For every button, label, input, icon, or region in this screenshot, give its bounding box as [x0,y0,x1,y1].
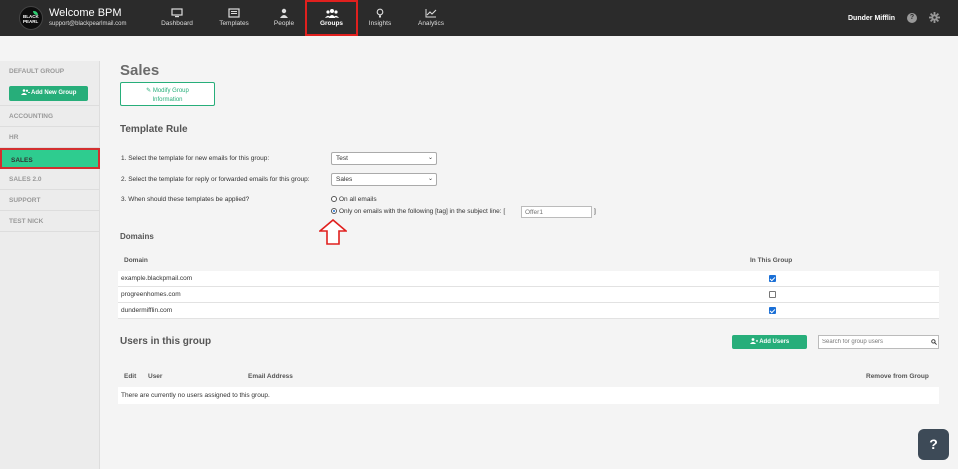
account-email: support@blackpearlmail.com [49,21,127,27]
sidebar-item-hr[interactable]: HR [0,127,100,148]
annotation-up-arrow-icon [319,219,347,245]
search-icon[interactable] [931,339,937,345]
domain-row: dundermifflin.com [118,303,939,319]
nav-label: Groups [319,20,344,27]
sidebar-item-sales[interactable]: SALES [0,148,100,169]
nav-insights[interactable]: Insights [364,0,396,36]
rule-question-new: 1. Select the template for new emails fo… [121,155,270,162]
radio-tag-emails-label: Only on emails with the following [tag] … [339,208,506,215]
person-icon [280,8,288,18]
in-group-checkbox[interactable] [769,307,776,314]
top-bar: BLACK PEARL Welcome BPM support@blackpea… [0,0,958,36]
logo-text: BLACK PEARL [23,14,39,24]
nav-label: People [273,20,295,27]
template-icon [228,8,240,18]
nav-analytics[interactable]: Analytics [413,0,449,36]
tag-close-bracket: ] [594,208,596,215]
users-heading: Users in this group [120,336,212,347]
nav-label: Insights [368,20,392,27]
radio-tag-emails[interactable] [331,208,337,214]
domain-row: example.blackpmail.com [118,271,939,287]
column-domain: Domain [124,257,148,264]
domain-name: progreenhomes.com [121,291,181,298]
subject-tag-input[interactable] [521,206,592,218]
select-value: Test [336,155,348,162]
nav-people[interactable]: People [268,0,300,36]
gear-icon[interactable] [929,12,940,23]
users-empty-message: There are currently no users assigned to… [118,387,939,404]
nav-templates[interactable]: Templates [214,0,254,36]
rule-question-apply: 3. When should these templates be applie… [121,196,250,203]
reply-email-template-select[interactable]: Sales ⌄ [331,173,437,186]
line-chart-icon [425,9,437,18]
welcome-text: Welcome BPM [49,7,122,19]
nav-dashboard[interactable]: Dashboard [156,0,198,36]
add-new-group-label: Add New Group [31,90,77,96]
chevron-down-icon: ⌄ [427,155,433,161]
select-value: Sales [336,176,353,183]
in-group-checkbox[interactable] [769,275,776,282]
new-email-template-select[interactable]: Test ⌄ [331,152,437,165]
add-user-icon [749,338,758,344]
page-title: Sales [120,62,160,79]
company-logo[interactable]: BLACK PEARL [19,6,43,30]
sidebar-item-sales-2[interactable]: SALES 2.0 [0,169,100,190]
add-users-icon [20,89,30,95]
sidebar-item-accounting[interactable]: ACCOUNTING [0,106,100,127]
column-email: Email Address [248,373,293,380]
add-users-button[interactable]: Add Users [732,335,807,349]
modify-group-label-2: Information [152,96,183,103]
column-remove: Remove from Group [866,373,929,380]
nav-groups[interactable]: Groups [305,0,358,36]
nav-label: Dashboard [161,20,193,27]
rule-question-reply: 2. Select the template for reply or forw… [121,176,310,183]
modify-group-button[interactable]: ✎ Modify Group Information [120,82,215,106]
domains-heading: Domains [120,232,154,241]
add-users-label: Add Users [759,339,790,345]
column-in-this-group: In This Group [750,257,793,264]
question-circle-icon[interactable]: ? [907,13,917,23]
monitor-icon [171,8,183,18]
group-sidebar: DEFAULT GROUP Add New Group ACCOUNTING H… [0,61,100,469]
column-user: User [148,373,163,380]
chevron-down-icon: ⌄ [427,176,433,182]
domain-name: example.blackpmail.com [121,275,193,282]
users-icon [324,9,339,18]
sidebar-item-test-nick[interactable]: TEST NICK [0,211,100,232]
modify-group-label: Modify Group [152,87,189,94]
template-rule-heading: Template Rule [120,124,188,135]
radio-all-emails[interactable] [331,196,337,202]
domain-row: progreenhomes.com [118,287,939,303]
sidebar-item-default-group[interactable]: DEFAULT GROUP [0,61,100,82]
nav-label: Templates [219,20,249,27]
radio-all-emails-label: On all emails [339,196,377,203]
nav-label: Analytics [417,20,444,27]
add-new-group-button[interactable]: Add New Group [9,86,88,101]
organization-name[interactable]: Dunder Mifflin [848,15,895,22]
lightbulb-icon [376,8,384,18]
domain-name: dundermifflin.com [121,307,173,314]
column-edit: Edit [124,373,137,380]
help-button[interactable]: ? [918,429,949,460]
search-users-input[interactable] [818,335,939,349]
in-group-checkbox[interactable] [769,291,776,298]
sidebar-item-support[interactable]: SUPPORT [0,190,100,211]
pencil-icon: ✎ [146,87,152,94]
